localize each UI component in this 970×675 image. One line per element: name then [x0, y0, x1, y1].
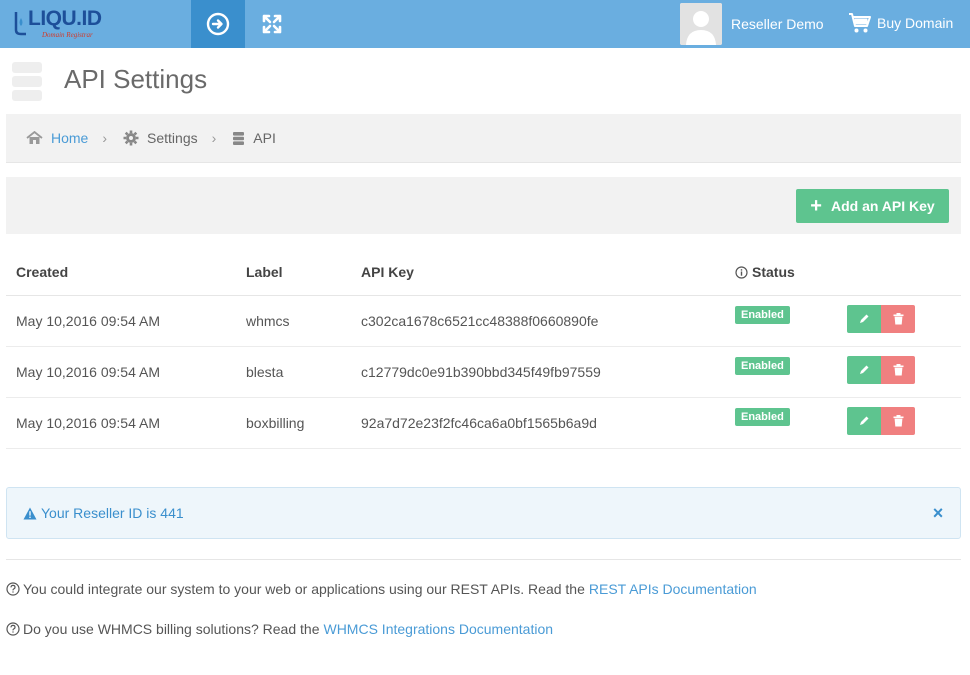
buy-domain-label: Buy Domain	[877, 15, 954, 31]
trash-icon	[893, 312, 903, 324]
cell-label: whmcs	[246, 295, 361, 347]
add-api-key-button[interactable]: + Add an API Key	[796, 189, 949, 223]
whmcs-docs-link[interactable]: WHMCS Integrations Documentation	[323, 621, 553, 637]
cell-actions	[847, 295, 961, 347]
user-name: Reseller Demo	[731, 16, 824, 32]
fullscreen-button[interactable]	[245, 0, 299, 48]
api-toolbar: + Add an API Key	[6, 177, 961, 234]
cell-status: Enabled	[735, 295, 847, 347]
shopping-cart-icon	[849, 13, 871, 33]
header-api-key: API Key	[361, 250, 735, 296]
cell-status: Enabled	[735, 346, 847, 398]
question-circle-icon	[6, 622, 20, 636]
trash-icon	[893, 363, 903, 375]
breadcrumb-home[interactable]: Home	[26, 130, 88, 146]
header-status: Status	[735, 250, 847, 296]
whmcs-info: Do you use WHMCS billing solutions? Read…	[6, 621, 553, 637]
status-badge: Enabled	[735, 408, 790, 426]
breadcrumb-settings[interactable]: Settings	[123, 130, 198, 146]
delete-button[interactable]	[881, 406, 915, 435]
brand-logo[interactable]: LIQU.ID Domain Registrar	[10, 4, 110, 42]
table-row: May 10,2016 09:54 AM whmcs c302ca1678c65…	[6, 295, 961, 347]
breadcrumb: Home › Settings › API	[6, 114, 961, 163]
delete-button[interactable]	[881, 355, 915, 384]
rest-api-info: You could integrate our system to your w…	[6, 581, 757, 597]
gear-icon	[123, 130, 139, 146]
server-icon	[233, 131, 245, 145]
edit-button[interactable]	[847, 304, 881, 333]
cell-created: May 10,2016 09:54 AM	[6, 346, 246, 398]
info-circle-icon[interactable]	[735, 266, 748, 279]
breadcrumb-separator: ›	[211, 130, 217, 146]
breadcrumb-separator: ›	[102, 130, 108, 146]
nav-toggle-button[interactable]	[191, 0, 245, 48]
edit-button[interactable]	[847, 406, 881, 435]
header-label: Label	[246, 250, 361, 296]
warning-triangle-icon	[23, 507, 37, 519]
api-keys-table: Created Label API Key Status May 10,2016…	[6, 250, 961, 449]
user-silhouette-icon	[680, 3, 722, 45]
cell-api-key: c302ca1678c6521cc48388f0660890fe	[361, 295, 735, 347]
pencil-icon	[860, 416, 869, 425]
close-icon[interactable]: ×	[930, 503, 946, 523]
breadcrumb-api: API	[232, 130, 276, 146]
table-header-row: Created Label API Key Status	[6, 250, 961, 296]
table-row: May 10,2016 09:54 AM boxbilling 92a7d72e…	[6, 397, 961, 449]
pencil-icon	[860, 365, 869, 374]
header-created: Created	[6, 250, 246, 296]
divider	[6, 559, 961, 560]
brand-name: LIQU.ID	[28, 7, 102, 30]
brand-tagline: Domain Registrar	[42, 31, 93, 39]
rest-api-text: You could integrate our system to your w…	[23, 581, 585, 597]
cell-created: May 10,2016 09:54 AM	[6, 295, 246, 347]
user-menu[interactable]: Reseller Demo	[680, 3, 824, 45]
cell-api-key: c12779dc0e91b390bbd345f49fb97559	[361, 346, 735, 398]
arrow-circle-right-icon	[206, 12, 230, 36]
edit-button[interactable]	[847, 355, 881, 384]
status-badge: Enabled	[735, 357, 790, 375]
plus-icon: +	[810, 195, 822, 217]
reseller-id-alert: Your Reseller ID is 441 ×	[6, 487, 961, 539]
alert-text: Your Reseller ID is 441	[41, 505, 184, 521]
page-title: API Settings	[64, 64, 208, 94]
top-bar: LIQU.ID Domain Registrar Reseller Demo B…	[0, 0, 970, 48]
server-icon	[12, 62, 42, 101]
whmcs-text: Do you use WHMCS billing solutions? Read…	[23, 621, 320, 637]
cell-status: Enabled	[735, 397, 847, 449]
expand-icon	[262, 14, 282, 34]
cell-api-key: 92a7d72e23f2fc46ca6a0bf1565b6a9d	[361, 397, 735, 449]
avatar	[680, 3, 722, 45]
trash-icon	[893, 414, 903, 426]
logo-droplet-icon	[14, 12, 26, 36]
table-row: May 10,2016 09:54 AM blesta c12779dc0e91…	[6, 346, 961, 398]
cell-actions	[847, 346, 961, 398]
cell-label: blesta	[246, 346, 361, 398]
delete-button[interactable]	[881, 304, 915, 333]
cell-created: May 10,2016 09:54 AM	[6, 397, 246, 449]
cell-label: boxbilling	[246, 397, 361, 449]
home-icon	[26, 131, 43, 144]
buy-domain-link[interactable]: Buy Domain	[848, 12, 953, 34]
status-badge: Enabled	[735, 306, 790, 324]
cell-actions	[847, 397, 961, 449]
header-actions	[847, 250, 961, 296]
pencil-icon	[860, 314, 869, 323]
question-circle-icon	[6, 582, 20, 596]
rest-api-docs-link[interactable]: REST APIs Documentation	[589, 581, 757, 597]
